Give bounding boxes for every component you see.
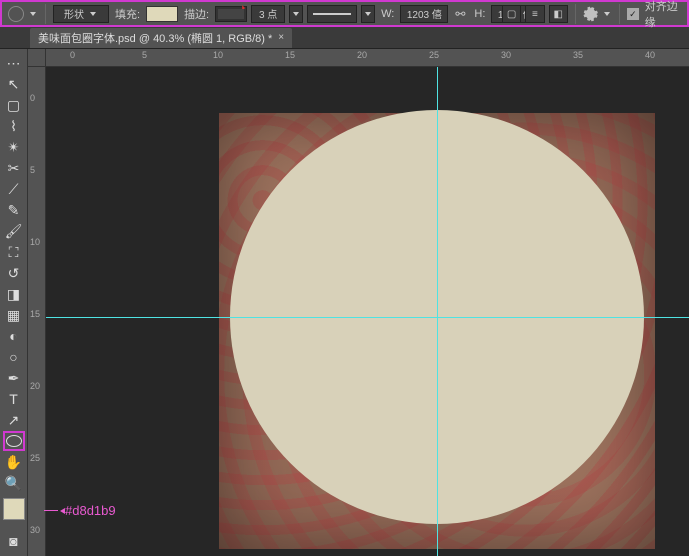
link-icon[interactable]: ⚯ [452,6,468,22]
ruler-tick: 0 [30,93,35,103]
ruler-tick: 5 [142,50,147,60]
ruler-tick: 20 [357,50,367,60]
ruler-tick: 5 [30,165,35,175]
close-icon[interactable]: × [278,32,284,43]
gear-icon[interactable] [583,6,598,22]
healing-brush-tool[interactable]: ✎ [3,200,25,220]
divider [575,4,576,24]
chevron-down-icon [365,12,371,16]
chevron-down-icon [293,12,299,16]
tab-title: 美味面包圈字体.psd @ 40.3% (椭圆 1, RGB/8) * [38,30,272,46]
align-edges-checkbox[interactable]: ✓ [627,8,639,20]
ruler-tick: 25 [429,50,439,60]
shape-mode-label: 形状 [64,6,84,21]
pen-tool[interactable]: ✒ [3,368,25,388]
eraser-tool[interactable]: ◨ [3,284,25,304]
tool-preset-icon[interactable] [8,6,24,22]
type-tool[interactable]: T [3,389,25,409]
brush-tool[interactable]: 🖌 [3,221,25,241]
shape-mode-select[interactable]: 形状 [53,5,109,23]
ruler-tick: 35 [573,50,583,60]
align-edges-label: 对齐边缘 [645,0,687,30]
path-alignment-button[interactable]: ≡ [525,5,544,23]
stroke-width-dropdown[interactable] [289,5,303,23]
fill-label: 填充: [115,6,140,22]
collapse-handle-icon[interactable]: ⋯ [3,53,25,73]
fill-swatch[interactable] [146,6,178,22]
ruler-tick: 40 [645,50,655,60]
stroke-label: 描边: [184,6,209,22]
eyedropper-tool[interactable]: ⟋ [3,179,25,199]
ruler-horizontal[interactable]: 0 5 10 15 20 25 30 35 40 [46,49,689,67]
history-brush-tool[interactable]: ↺ [3,263,25,283]
quick-mask-icon[interactable]: ◙ [3,531,25,551]
path-operations-button[interactable]: ▢ [502,5,521,23]
blur-tool[interactable]: ◐ [3,326,25,346]
gradient-tool[interactable]: ▦ [3,305,25,325]
move-tool[interactable]: ↖ [3,74,25,94]
hand-tool[interactable]: ✋ [3,452,25,472]
stroke-style-select[interactable] [307,5,357,23]
document-tab[interactable]: 美味面包圈字体.psd @ 40.3% (椭圆 1, RGB/8) * × [30,28,292,48]
guide-horizontal[interactable] [46,317,689,318]
stroke-style-dropdown[interactable] [361,5,375,23]
toolbox: ⋯ ↖ ▢ ⌇ ✴ ✂ ⟋ ✎ 🖌 ⛶ ↺ ◨ ▦ ◐ ○ ✒ T ↗ ✋ 🔍 … [0,49,28,556]
guide-vertical[interactable] [437,67,438,556]
ruler-tick: 10 [213,50,223,60]
width-input[interactable] [400,5,448,23]
canvas-area: 0 5 10 15 20 25 30 35 40 0 5 10 15 20 25… [28,49,689,556]
stroke-width-input[interactable] [251,5,285,23]
scrollbar-vertical[interactable] [679,99,689,546]
ruler-tick: 15 [285,50,295,60]
options-bar-right: ▢ ≡ ◧ ✓ 对齐边缘 [502,3,689,25]
annotation-text: #d8d1b9 [65,503,116,518]
ruler-tick: 15 [30,309,40,319]
crop-tool[interactable]: ✂ [3,158,25,178]
color-annotation: #d8d1b9 [44,503,116,518]
ruler-tick: 30 [501,50,511,60]
ruler-tick: 10 [30,237,40,247]
ruler-tick: 25 [30,453,40,463]
stroke-swatch[interactable] [215,6,247,22]
foreground-color-swatch[interactable] [3,498,25,520]
ellipse-tool[interactable] [3,431,25,451]
path-arrangement-button[interactable]: ◧ [549,5,568,23]
path-selection-tool[interactable]: ↗ [3,410,25,430]
canvas-stage[interactable] [46,67,689,556]
ruler-tick: 30 [30,525,40,535]
lasso-tool[interactable]: ⌇ [3,116,25,136]
dodge-tool[interactable]: ○ [3,347,25,367]
chevron-down-icon [90,12,96,16]
ruler-vertical[interactable]: 0 5 10 15 20 25 30 [28,67,46,556]
tab-bar: 美味面包圈字体.psd @ 40.3% (椭圆 1, RGB/8) * × [0,27,689,49]
main-area: ⋯ ↖ ▢ ⌇ ✴ ✂ ⟋ ✎ 🖌 ⛶ ↺ ◨ ▦ ◐ ○ ✒ T ↗ ✋ 🔍 … [0,49,689,556]
scrollbar-horizontal[interactable] [58,546,671,556]
ruler-tick: 20 [30,381,40,391]
chevron-down-icon[interactable] [604,12,610,16]
height-label: H: [474,8,485,20]
divider [619,4,620,24]
marquee-tool[interactable]: ▢ [3,95,25,115]
divider [45,4,46,24]
magic-wand-tool[interactable]: ✴ [3,137,25,157]
chevron-down-icon[interactable] [30,12,36,16]
ruler-origin[interactable] [28,49,46,67]
ruler-tick: 0 [70,50,75,60]
clone-stamp-tool[interactable]: ⛶ [3,242,25,262]
zoom-tool[interactable]: 🔍 [3,473,25,493]
width-label: W: [381,8,394,20]
